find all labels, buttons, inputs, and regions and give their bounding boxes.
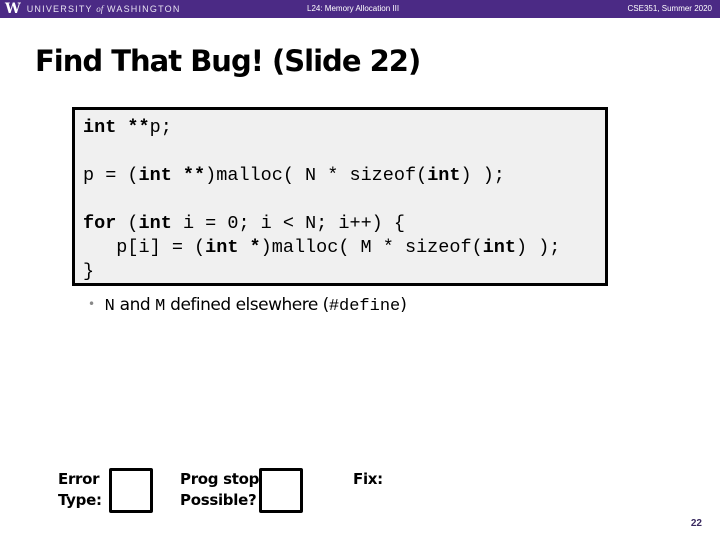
code-keyword: int **	[83, 117, 150, 138]
code-token: p[i] = (	[83, 237, 206, 258]
code-line: }	[83, 260, 560, 284]
course-name: CSE351, Summer 2020	[627, 4, 713, 13]
uw-logo: W UNIVERSITY of WASHINGTON	[5, 2, 181, 16]
prog-stop-label: Prog stop Possible?	[180, 470, 260, 509]
code-block: int **p; p = (int **)malloc( N * sizeof(…	[72, 107, 608, 286]
code-token: }	[83, 261, 95, 282]
code-token: p;	[149, 117, 172, 138]
code-token: )malloc( N * sizeof(	[205, 165, 428, 186]
bullet-icon: •	[88, 297, 95, 311]
prog-stop-box[interactable]	[259, 468, 303, 513]
code-line: int **p;	[83, 116, 560, 140]
code-token: )malloc( M * sizeof(	[260, 237, 483, 258]
slide-header: W UNIVERSITY of WASHINGTON L24: Memory A…	[0, 0, 720, 18]
fix-label: Fix:	[353, 470, 383, 488]
code-keyword: int *	[205, 237, 261, 258]
bullet-note: • N and M defined elsewhere (#define)	[88, 295, 407, 316]
slide-title: Find That Bug! (Slide 22)	[35, 44, 421, 78]
error-type-label: Error Type:	[58, 470, 102, 509]
page-number: 22	[690, 518, 702, 529]
lecture-title: L24: Memory Allocation III	[307, 4, 400, 13]
code-line: p[i] = (int *)malloc( M * sizeof(int) );	[83, 236, 560, 260]
code-keyword: int	[427, 165, 461, 186]
uw-w-icon: W	[5, 1, 21, 17]
code-line: p = (int **)malloc( N * sizeof(int) );	[83, 164, 560, 188]
code-token: p = (	[83, 165, 139, 186]
code-token: ) );	[460, 165, 505, 186]
code-keyword: int	[138, 213, 172, 234]
code-line: for (int i = 0; i < N; i++) {	[83, 212, 560, 236]
code-keyword: int **	[138, 165, 206, 186]
code-keyword: int	[482, 237, 516, 258]
code-token: i = 0; i < N; i++) {	[171, 213, 405, 234]
code-token: (	[116, 213, 139, 234]
university-name: UNIVERSITY of WASHINGTON	[26, 4, 181, 14]
code-keyword: for	[83, 213, 117, 234]
code-text: int **p; p = (int **)malloc( N * sizeof(…	[83, 116, 560, 284]
error-type-box[interactable]	[109, 468, 153, 513]
code-token: ) );	[516, 237, 561, 258]
